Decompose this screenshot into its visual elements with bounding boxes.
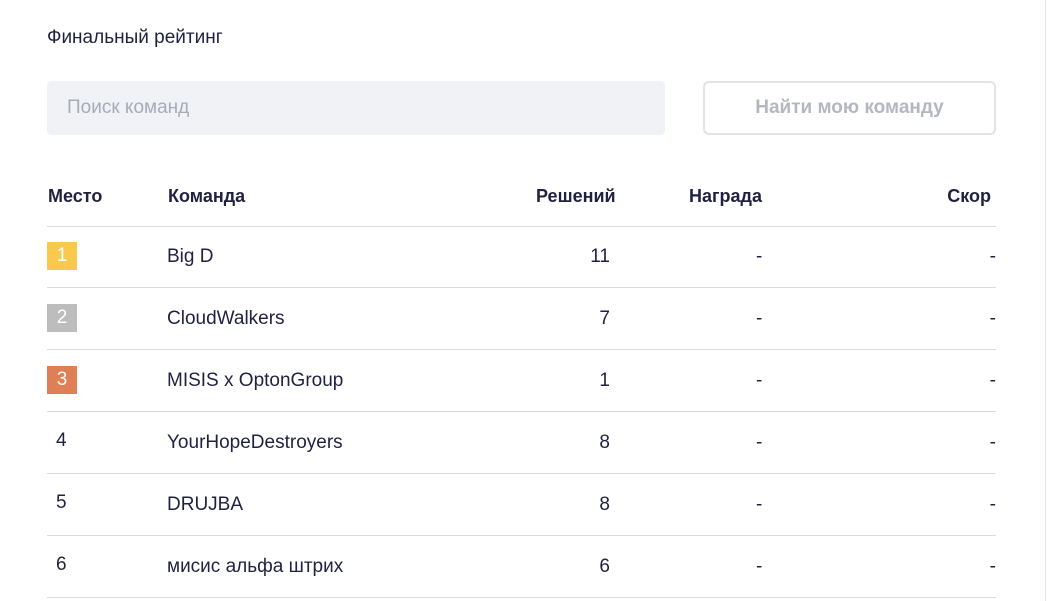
score-value: - bbox=[989, 494, 996, 515]
table-row[interactable]: 5 DRUJBA 8 - - bbox=[47, 474, 996, 536]
rating-table-body: 1 Big D 11 - - 2 CloudWalkers 7 - - 3 MISIS x Opton… bbox=[47, 226, 996, 598]
column-header-score: Скор bbox=[947, 186, 991, 206]
prize-value: - bbox=[756, 432, 763, 453]
solved-count: 8 bbox=[599, 494, 610, 515]
team-name: DRUJBA bbox=[167, 494, 244, 515]
team-name: Big D bbox=[167, 246, 214, 267]
place-medal-badge: 3 bbox=[47, 366, 77, 394]
column-header-team: Команда bbox=[168, 186, 246, 206]
solved-count: 7 bbox=[599, 308, 610, 329]
team-name: MISIS x OptonGroup bbox=[167, 370, 344, 391]
prize-value: - bbox=[756, 246, 763, 267]
column-header-place: Место bbox=[48, 186, 103, 206]
score-value: - bbox=[989, 370, 996, 391]
prize-value: - bbox=[756, 556, 763, 577]
table-row[interactable]: 1 Big D 11 - - bbox=[47, 226, 996, 288]
column-header-prize: Награда bbox=[689, 186, 762, 206]
team-name: мисис альфа штрих bbox=[167, 556, 344, 577]
team-name: CloudWalkers bbox=[167, 308, 285, 329]
solved-count: 1 bbox=[599, 370, 610, 391]
prize-value: - bbox=[756, 370, 763, 391]
solved-count: 8 bbox=[599, 432, 610, 453]
team-name: YourHopeDestroyers bbox=[167, 432, 343, 453]
page-title: Финальный рейтинг bbox=[47, 27, 223, 48]
column-header-solved: Решений bbox=[536, 186, 616, 206]
place-number: 6 bbox=[56, 554, 67, 575]
table-row[interactable]: 4 YourHopeDestroyers 8 - - bbox=[47, 412, 996, 474]
rating-page: Финальный рейтинг Найти мою команду Мест… bbox=[0, 0, 1048, 601]
score-value: - bbox=[989, 432, 996, 453]
place-medal-badge: 2 bbox=[47, 304, 77, 332]
score-value: - bbox=[989, 308, 996, 329]
solved-count: 6 bbox=[599, 556, 610, 577]
table-row[interactable]: 3 MISIS x OptonGroup 1 - - bbox=[47, 350, 996, 412]
find-my-team-button[interactable]: Найти мою команду bbox=[703, 81, 996, 135]
panel-edge bbox=[1045, 0, 1046, 601]
table-header: Место Команда Решений Награда Скор bbox=[47, 172, 996, 227]
table-row[interactable]: 6 мисис альфа штрих 6 - - bbox=[47, 536, 996, 598]
place-medal-badge: 1 bbox=[47, 242, 77, 270]
team-search-input[interactable] bbox=[47, 81, 665, 135]
score-value: - bbox=[989, 246, 996, 267]
table-row[interactable]: 2 CloudWalkers 7 - - bbox=[47, 288, 996, 350]
solved-count: 11 bbox=[590, 246, 610, 267]
prize-value: - bbox=[756, 308, 763, 329]
prize-value: - bbox=[756, 494, 763, 515]
place-number: 5 bbox=[56, 492, 67, 513]
place-number: 4 bbox=[56, 430, 67, 451]
score-value: - bbox=[989, 556, 996, 577]
